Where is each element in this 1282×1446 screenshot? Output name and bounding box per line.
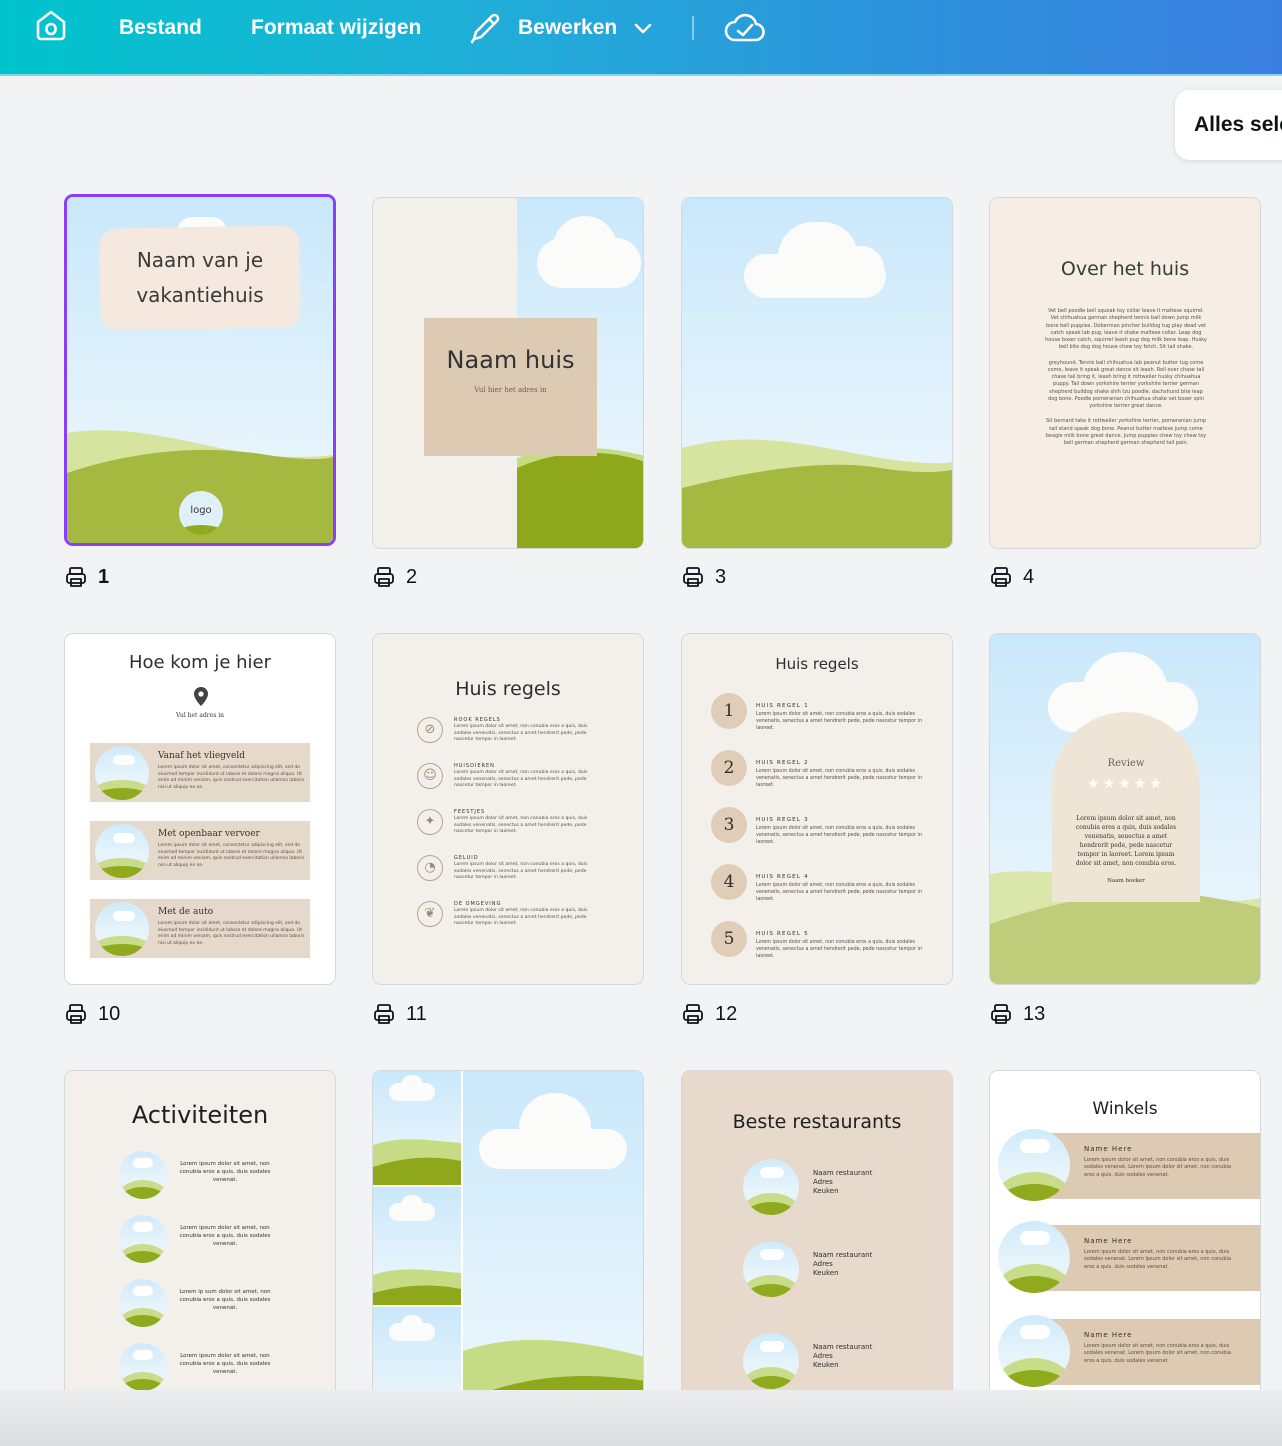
page-label-13: 13 [989, 1002, 1045, 1026]
page-4-body: Vet bell poodle bell squeak toy collar l… [1045, 308, 1207, 446]
route-card: Met de auto Lorem ipsum dolor sit amet, … [90, 899, 310, 958]
file-menu[interactable]: Bestand [119, 0, 202, 56]
printer-icon [683, 1004, 703, 1024]
pet-icon: ☺ [417, 763, 443, 789]
location-pin-icon [194, 687, 208, 706]
star-rating: ★★★★★ [1087, 776, 1165, 792]
shop-item: Name Here Lorem ipsum dolor sit amet, non… [990, 1221, 1260, 1293]
printer-icon [66, 1004, 86, 1024]
hills-illustration [682, 439, 952, 548]
page-thumbnail-activities[interactable]: Activiteiten Lorem ipsum dolor sit amet,… [64, 1070, 336, 1422]
review-card [1052, 712, 1200, 902]
page-2-subtitle: Vul hier het adres in [474, 386, 547, 394]
pencil-icon [470, 13, 500, 44]
shop-item: Name Here Lorem ipsum dolor sit amet, non… [990, 1129, 1260, 1201]
house-rule-item: ⊘ ROOK REGELS Lorem ipsum dolor sit amet, … [373, 715, 643, 755]
house-rule-item: ◔ GELUID Lorem ipsum dolor sit amet, non c… [373, 853, 643, 893]
rule-number-badge: 2 [711, 750, 747, 786]
page-1-title: Naam van je vakantiehuis [136, 248, 264, 307]
numbered-rule-item: 4 HUIS REGEL 4 Lorem ipsum dolor sit amet,… [682, 864, 952, 914]
restaurant-item: Naam restaurant Adres Keuken [682, 1159, 952, 1219]
save-status-button[interactable] [723, 0, 767, 56]
route-card: Met openbaar vervoer Lorem ipsum dolor s… [90, 821, 310, 880]
page-11-title: Huis regels [455, 678, 561, 700]
page-thumbnail-collage[interactable] [372, 1070, 644, 1422]
printer-icon [374, 1004, 394, 1024]
review-title: Review [1107, 758, 1145, 769]
home-button[interactable] [31, 0, 71, 56]
page-thumbnail-12[interactable]: Huis regels 1 HUIS REGEL 1 Lorem ipsum dol… [681, 633, 953, 985]
rule-number-badge: 5 [711, 921, 747, 957]
page-label-11: 11 [372, 1002, 427, 1026]
edit-menu-label: Bewerken [518, 16, 618, 39]
page-2-title: Naam huis [446, 346, 575, 374]
page-thumbnail-13[interactable]: Review ★★★★★ Lorem ipsum dolor sit amet,… [989, 633, 1261, 985]
editor-toolbar: Bestand Formaat wijzigen Bewerken [0, 0, 1282, 76]
page-label-2: 2 [372, 565, 417, 589]
page-label-1: 1 [64, 565, 109, 589]
page-12-title: Huis regels [775, 655, 859, 673]
activity-item: Lorem ip sum dolor sit amet, non conubia… [65, 1279, 335, 1335]
review-text: Lorem ipsum dolor sit amet, non conubia … [1075, 815, 1177, 867]
ear-icon: ◔ [417, 855, 443, 881]
shop-item: Name Here Lorem ipsum dolor sit amet, non… [990, 1315, 1260, 1387]
logo-placeholder: logo [179, 491, 223, 535]
page-thumbnail-4[interactable]: Over het huis Vet bell poodle bell squea… [989, 197, 1261, 549]
page-thumbnail-3[interactable] [681, 197, 953, 549]
numbered-rule-item: 3 HUIS REGEL 3 Lorem ipsum dolor sit amet,… [682, 807, 952, 857]
route-card: Vanaf het vliegveld Lorem ipsum dolor si… [90, 743, 310, 802]
page-10-title: Hoe kom je hier [128, 652, 272, 673]
chevron-down-icon [634, 23, 652, 34]
no-smoking-icon: ⊘ [417, 717, 443, 743]
cloud-check-icon [724, 13, 765, 42]
rule-number-badge: 4 [711, 864, 747, 900]
nature-icon: ❦ [417, 901, 443, 927]
bottom-scroll-shadow [0, 1390, 1282, 1446]
house-rule-item: ☺ HUISDIEREN Lorem ipsum dolor sit amet, n… [373, 761, 643, 801]
page-thumbnail-2[interactable]: Naam huis Vul hier het adres in [372, 197, 644, 549]
toolbar-divider [692, 16, 694, 40]
collage-photo-large [463, 1071, 643, 1421]
collage-photo [373, 1187, 461, 1305]
house-rule-item: ❦ DE OMGEVING Lorem ipsum dolor sit amet, … [373, 899, 643, 939]
numbered-rule-item: 2 HUIS REGEL 2 Lorem ipsum dolor sit amet,… [682, 750, 952, 800]
activities-title: Activiteiten [131, 1101, 269, 1129]
rule-number-badge: 3 [711, 807, 747, 843]
printer-icon [374, 567, 394, 587]
page-thumbnail-1[interactable]: Naam van je vakantiehuis logo [64, 194, 336, 546]
restaurant-item: Naam restaurant Adres Keuken [682, 1333, 952, 1393]
select-all-button[interactable]: Alles sele [1175, 90, 1282, 160]
review-author: Naam boeker [1107, 878, 1145, 884]
collage-photo [373, 1071, 461, 1185]
page-label-3: 3 [681, 565, 726, 589]
page-label-10: 10 [64, 1002, 120, 1026]
printer-icon [991, 1004, 1011, 1024]
page-thumbnail-11[interactable]: Huis regels ⊘ ROOK REGELS Lorem ipsum dolo… [372, 633, 644, 985]
shops-title: Winkels [1092, 1099, 1158, 1119]
activity-item: Lorem ipsum dolor sit amet, non conubia … [65, 1151, 335, 1207]
house-rule-item: ✦ FEESTJES Lorem ipsum dolor sit amet, non… [373, 807, 643, 847]
numbered-rule-item: 1 HUIS REGEL 1 Lorem ipsum dolor sit amet,… [682, 693, 952, 743]
page-label-12: 12 [681, 1002, 737, 1026]
rule-number-badge: 1 [711, 693, 747, 729]
restaurant-item: Naam restaurant Adres Keuken [682, 1241, 952, 1301]
numbered-rule-item: 5 HUIS REGEL 5 Lorem ipsum dolor sit amet,… [682, 921, 952, 971]
home-icon [33, 7, 69, 49]
printer-icon [66, 567, 86, 587]
page-10-address: Vul het adres in [176, 712, 224, 719]
printer-icon [991, 567, 1011, 587]
page-thumbnail-10[interactable]: Hoe kom je hier Vul het adres in Vanaf h… [64, 633, 336, 985]
page-thumbnail-shops[interactable]: Winkels Name Here Lorem ipsum dolor sit a… [989, 1070, 1261, 1422]
page-4-title: Over het huis [1060, 258, 1190, 280]
activity-item: Lorem ipsum dolor sit amet, non conubia … [65, 1215, 335, 1271]
restaurants-title: Beste restaurants [732, 1111, 902, 1133]
page-label-4: 4 [989, 565, 1034, 589]
resize-menu[interactable]: Formaat wijzigen [251, 0, 421, 56]
party-icon: ✦ [417, 809, 443, 835]
page-thumbnail-restaurants[interactable]: Beste restaurants Naam restaurant Adres Ke… [681, 1070, 953, 1422]
printer-icon [683, 567, 703, 587]
edit-menu[interactable]: Bewerken [468, 0, 653, 56]
